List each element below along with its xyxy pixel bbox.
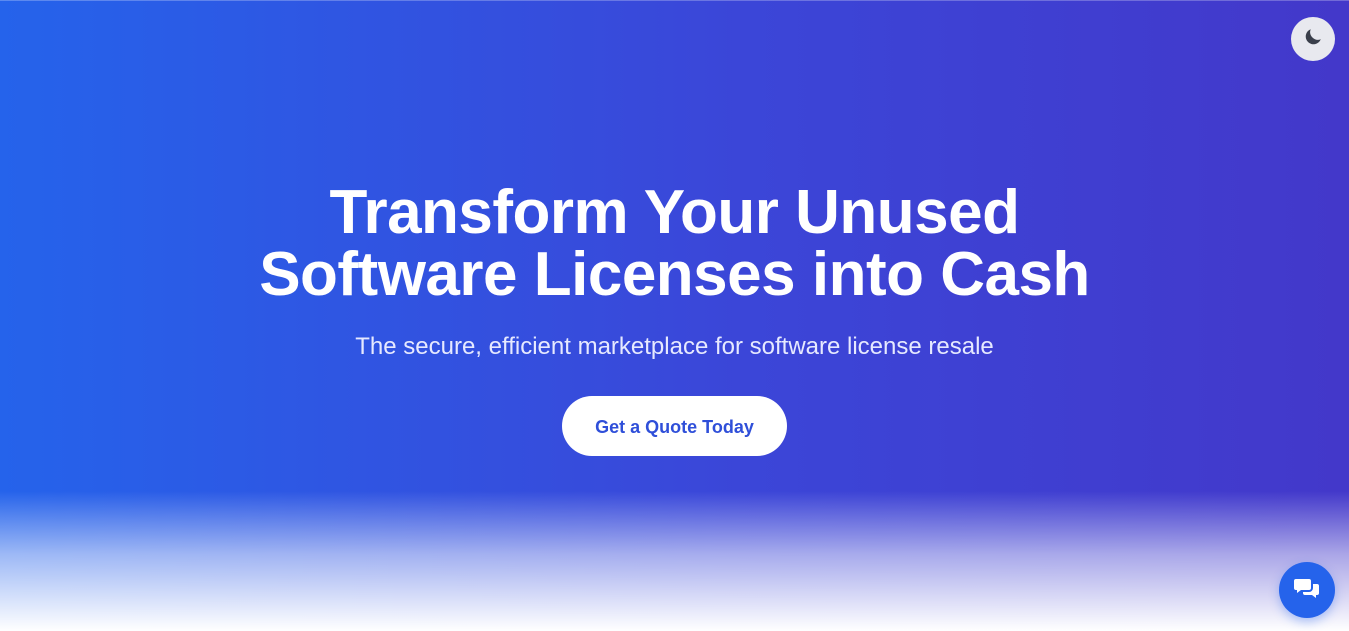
hero-content: Transform Your Unused Software Licenses … [0,182,1349,456]
chat-bubbles-icon [1293,576,1321,605]
top-divider [0,0,1349,1]
hero-bottom-fade [0,491,1349,631]
hero-section: Transform Your Unused Software Licenses … [0,0,1349,631]
moon-icon [1302,26,1324,53]
hero-subtitle: The secure, efficient marketplace for so… [355,333,994,360]
theme-toggle-button[interactable] [1291,17,1335,61]
get-quote-button[interactable]: Get a Quote Today [562,396,787,456]
chat-button[interactable] [1279,562,1335,618]
hero-title: Transform Your Unused Software Licenses … [259,178,1090,309]
